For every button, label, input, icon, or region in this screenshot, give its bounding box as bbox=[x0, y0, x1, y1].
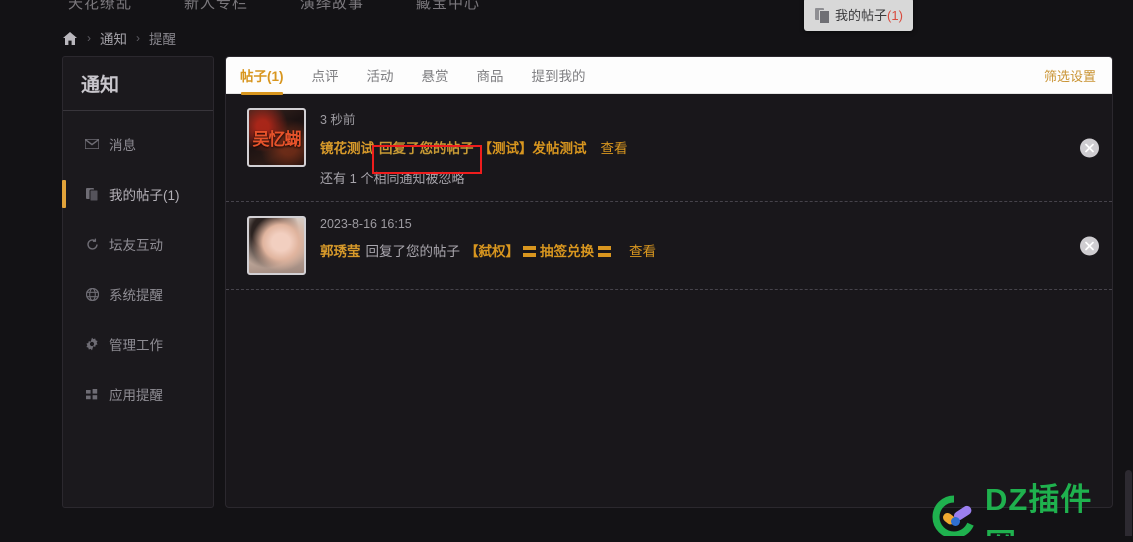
tab-list: 帖子(1) 点评 活动 悬赏 商品 提到我的 bbox=[237, 65, 589, 95]
notification-time: 3 秒前 bbox=[320, 113, 356, 127]
sidebar-item-label: 管理工作 bbox=[109, 338, 163, 353]
scrollbar-thumb[interactable] bbox=[1125, 470, 1132, 542]
breadcrumb-item-reminders: 提醒 bbox=[149, 32, 176, 47]
globe-icon bbox=[85, 287, 99, 301]
sidebar-title: 通知 bbox=[63, 57, 213, 111]
watermark-brand: DZ插件网 bbox=[985, 482, 1093, 542]
envelope-icon bbox=[85, 137, 99, 151]
notification-view-link[interactable]: 查看 bbox=[601, 139, 628, 159]
notification-body: 2023-8-16 16:15 郭琇莹 回复了您的帖子 【弑权】 抽签兑换 查看 bbox=[320, 216, 1070, 275]
notification-subject[interactable]: 【测试】发帖测试 bbox=[479, 139, 587, 159]
notification-subject[interactable]: 【弑权】 抽签兑换 bbox=[465, 242, 615, 262]
notification-author[interactable]: 郭琇莹 bbox=[320, 242, 361, 262]
notification-row: 吴忆蝴 3 秒前 镜花测试 回复了您的帖子 【测试】发帖测试 查看 还有 1 个… bbox=[226, 94, 1112, 202]
avatar[interactable] bbox=[247, 216, 306, 275]
dz-circle-check-logo bbox=[932, 495, 976, 542]
close-icon[interactable] bbox=[1080, 236, 1099, 255]
notification-row: 2023-8-16 16:15 郭琇莹 回复了您的帖子 【弑权】 抽签兑换 查看 bbox=[226, 202, 1112, 290]
tab-reviews[interactable]: 点评 bbox=[309, 65, 342, 86]
topnav-item-3[interactable]: 藏宝中心 bbox=[416, 0, 480, 13]
notification-list: 吴忆蝴 3 秒前 镜花测试 回复了您的帖子 【测试】发帖测试 查看 还有 1 个… bbox=[226, 94, 1112, 290]
tab-goods[interactable]: 商品 bbox=[474, 65, 507, 86]
my-posts-popup-label: 我的帖子(1) bbox=[835, 8, 903, 23]
watermark-top: DZ插件网 bbox=[932, 474, 1122, 542]
home-icon[interactable] bbox=[62, 31, 78, 46]
sidebar-list: 消息 我的帖子(1) 坛友互动 系统提醒 管理工作 应用提醒 bbox=[62, 111, 213, 419]
document-icon bbox=[85, 187, 99, 201]
bars-icon bbox=[598, 246, 611, 257]
watermark-logo: DZ插件网 DZ-X.NET bbox=[932, 474, 1122, 542]
topnav-item-0[interactable]: 天花缭乱 bbox=[68, 0, 132, 13]
topnav-item-1[interactable]: 新人专栏 bbox=[184, 0, 248, 13]
tab-mentions[interactable]: 提到我的 bbox=[529, 65, 589, 86]
breadcrumb-separator-2: › bbox=[136, 31, 140, 45]
sidebar-item-label: 坛友互动 bbox=[109, 238, 163, 253]
sidebar-item-label: 我的帖子(1) bbox=[109, 188, 180, 203]
notification-action: 回复了您的帖子 bbox=[379, 141, 474, 156]
sidebar-item-interactions[interactable]: 坛友互动 bbox=[63, 219, 213, 269]
avatar-image: 吴忆蝴 bbox=[252, 130, 302, 149]
notification-text: 郭琇莹 回复了您的帖子 【弑权】 抽签兑换 查看 bbox=[320, 242, 1070, 262]
refresh-icon bbox=[85, 237, 99, 251]
notification-body: 3 秒前 镜花测试 回复了您的帖子 【测试】发帖测试 查看 还有 1 个相同通知… bbox=[320, 108, 1070, 187]
notification-extra: 还有 1 个相同通知被忽略 bbox=[320, 171, 465, 186]
tab-posts[interactable]: 帖子(1) bbox=[237, 65, 287, 95]
bars-icon bbox=[523, 246, 536, 257]
topnav-item-2[interactable]: 演绎故事 bbox=[300, 0, 364, 13]
document-icon bbox=[815, 7, 830, 24]
sidebar-item-management[interactable]: 管理工作 bbox=[63, 319, 213, 369]
main-panel: 帖子(1) 点评 活动 悬赏 商品 提到我的 筛选设置 吴忆蝴 3 秒前 镜花测… bbox=[225, 56, 1113, 508]
grid-icon bbox=[85, 387, 99, 401]
notification-author[interactable]: 镜花测试 bbox=[320, 139, 374, 159]
breadcrumb: › 通知 › 提醒 bbox=[62, 28, 176, 48]
breadcrumb-item-notifications[interactable]: 通知 bbox=[100, 28, 127, 48]
bottom-edge bbox=[0, 536, 1133, 542]
notification-view-link[interactable]: 查看 bbox=[629, 242, 656, 262]
page-scrollbar[interactable] bbox=[1124, 0, 1133, 542]
notification-subject-mid: 抽签兑换 bbox=[540, 244, 594, 259]
filter-settings-link[interactable]: 筛选设置 bbox=[1044, 66, 1096, 85]
app-root: 天花缭乱 新人专栏 演绎故事 藏宝中心 我的帖子(1) › 通知 › 提醒 通知 bbox=[0, 0, 1133, 542]
tab-bar: 帖子(1) 点评 活动 悬赏 商品 提到我的 筛选设置 bbox=[226, 57, 1112, 95]
sidebar-item-label: 系统提醒 bbox=[109, 288, 163, 303]
gear-icon bbox=[85, 337, 99, 351]
sidebar: 通知 消息 我的帖子(1) 坛友互动 系统提醒 管理工作 应用提醒 bbox=[62, 56, 214, 508]
notification-text: 镜花测试 回复了您的帖子 【测试】发帖测试 查看 bbox=[320, 139, 1070, 159]
tab-activities[interactable]: 活动 bbox=[364, 65, 397, 86]
sidebar-item-my-posts[interactable]: 我的帖子(1) bbox=[62, 169, 213, 219]
sidebar-item-label: 消息 bbox=[109, 138, 136, 153]
avatar[interactable]: 吴忆蝴 bbox=[247, 108, 306, 167]
sidebar-item-messages[interactable]: 消息 bbox=[63, 119, 213, 169]
notification-subject-prefix: 【弑权】 bbox=[465, 244, 519, 259]
my-posts-popup[interactable]: 我的帖子(1) bbox=[804, 0, 913, 31]
sidebar-item-label: 应用提醒 bbox=[109, 388, 163, 403]
sidebar-item-system[interactable]: 系统提醒 bbox=[63, 269, 213, 319]
top-navigation: 天花缭乱 新人专栏 演绎故事 藏宝中心 bbox=[0, 0, 1133, 13]
tab-bounty[interactable]: 悬赏 bbox=[419, 65, 452, 86]
notification-time: 2023-8-16 16:15 bbox=[320, 217, 412, 231]
close-icon[interactable] bbox=[1080, 138, 1099, 157]
sidebar-item-apps[interactable]: 应用提醒 bbox=[63, 369, 213, 419]
breadcrumb-separator-1: › bbox=[87, 31, 91, 45]
notification-action: 回复了您的帖子 bbox=[365, 244, 461, 259]
